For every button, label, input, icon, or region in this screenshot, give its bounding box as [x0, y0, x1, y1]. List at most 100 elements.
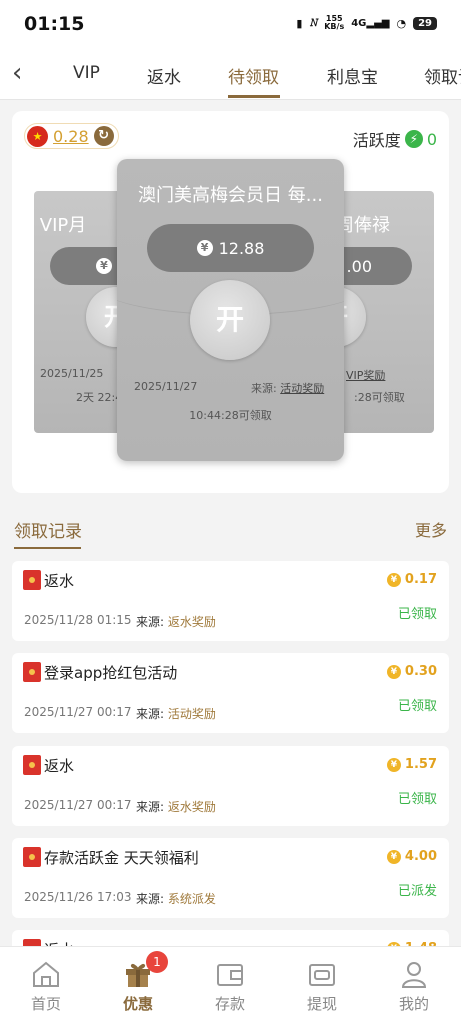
record-status: 已领取: [397, 699, 437, 714]
record-source: 来源: 活动奖励: [136, 705, 216, 722]
yen-icon: ¥: [96, 258, 112, 274]
nav-withdraw[interactable]: 提现: [292, 959, 352, 1014]
coin-icon: ¥: [386, 757, 401, 772]
record-item[interactable]: 返水 ¥0.17 2025/11/28 01:15 来源: 返水奖励 已领取: [12, 561, 449, 641]
nav-deposit[interactable]: 存款: [200, 959, 260, 1014]
amount-value: 4.00: [404, 849, 437, 864]
tab-rebate[interactable]: 返水: [147, 63, 181, 88]
record-source: 来源: 系统派发: [136, 890, 216, 907]
record-amount: ¥0.17: [386, 572, 437, 587]
open-button[interactable]: 开: [190, 280, 270, 360]
red-envelope-icon: [23, 847, 41, 867]
record-item[interactable]: 存款活跃金 天天领福利 ¥4.00 2025/11/26 17:03 来源: 系…: [12, 838, 449, 918]
wifi-icon: ◔: [396, 16, 407, 30]
amount-value: 1.57: [404, 757, 437, 772]
tab-interest[interactable]: 利息宝: [327, 63, 378, 88]
wallet-icon: [217, 964, 243, 986]
source-value: 系统派发: [167, 892, 216, 906]
nav-label: 提现: [306, 995, 337, 1013]
tab-vip[interactable]: VIP: [73, 63, 100, 83]
record-source: 来源: 返水奖励: [136, 798, 216, 815]
envelope-date: 2025/11/27: [134, 380, 198, 393]
yen-icon: ¥: [196, 240, 213, 256]
nav-home[interactable]: 首页: [16, 959, 76, 1014]
withdraw-icon: [309, 964, 335, 986]
nav-label: 存款: [214, 995, 245, 1013]
coin-icon: ¥: [386, 572, 401, 587]
back-arrow-icon[interactable]: ‹: [12, 58, 22, 88]
more-link[interactable]: 更多: [415, 517, 447, 541]
record-status: 已领取: [397, 607, 437, 622]
envelope-center[interactable]: 澳门美高梅会员日 每... ¥ 12.88 开 2025/11/27 来源: 活…: [117, 159, 344, 461]
source-label: 来源:: [136, 800, 165, 814]
source-label: 来源:: [136, 892, 165, 906]
record-date: 2025/11/26 17:03: [24, 890, 132, 904]
envelope-card: ★ 0.28 ↻ 活跃度 ⚡ 0 VIP月 ¥ 2 开 2025/11/25 2…: [12, 111, 449, 493]
record-amount: ¥4.00: [386, 849, 437, 864]
record-status: 已派发: [397, 884, 437, 899]
record-date: 2025/11/27 00:17: [24, 798, 132, 812]
source-value: 返水奖励: [167, 800, 216, 814]
signal-icon: 4G▂▄▆: [351, 17, 390, 29]
rate-value[interactable]: 0.28: [53, 127, 89, 146]
nfc-icon: 𝙽: [309, 16, 318, 29]
tab-active-indicator: [228, 95, 280, 98]
record-name: 登录app抢红包活动: [44, 664, 178, 682]
network-speed: 155 KB/s: [324, 15, 344, 31]
bolt-icon: ⚡: [404, 130, 423, 148]
coin-icon: ¥: [386, 664, 401, 679]
user-icon: [401, 962, 427, 988]
home-icon: [33, 961, 59, 987]
amount-value: 0.30: [404, 664, 437, 679]
envelope-source-link[interactable]: VIP奖励: [346, 369, 385, 382]
record-source: 来源: 返水奖励: [136, 613, 216, 630]
status-time: 01:15: [24, 13, 85, 35]
speed-unit: KB/s: [324, 22, 345, 31]
activity-value: 0: [426, 129, 437, 149]
amount-value: .00: [346, 256, 372, 276]
record-amount: ¥1.57: [386, 757, 437, 772]
envelope-source: VIP奖励: [346, 367, 385, 383]
tab-pending[interactable]: 待领取: [228, 63, 279, 88]
source-value: 活动奖励: [167, 707, 216, 721]
record-name: 存款活跃金 天天领福利: [44, 849, 199, 867]
source-label: 来源:: [136, 615, 165, 629]
record-name: 返水: [44, 757, 75, 775]
envelope-source: 来源: 活动奖励: [251, 380, 324, 396]
battery-icon: 29: [413, 16, 437, 30]
red-envelope-icon: [23, 570, 41, 590]
rate-pill[interactable]: ★ 0.28 ↻: [24, 123, 119, 149]
nav-promotions[interactable]: 1 优惠: [108, 951, 168, 1014]
envelope-countdown: :28可领取: [354, 391, 405, 404]
record-item[interactable]: 登录app抢红包活动 ¥0.30 2025/11/27 00:17 来源: 活动…: [12, 653, 449, 733]
record-item[interactable]: 返水 ¥1.57 2025/11/27 00:17 来源: 返水奖励 已领取: [12, 746, 449, 826]
china-flag-icon: ★: [27, 125, 48, 147]
red-envelope-icon: [23, 662, 41, 682]
envelope-source-link[interactable]: 活动奖励: [280, 382, 324, 395]
refresh-icon[interactable]: ↻: [93, 126, 114, 146]
nav-profile[interactable]: 我的: [384, 959, 444, 1014]
bottom-nav: 首页 1 优惠 存款 提现 我的: [0, 946, 461, 1024]
activity-indicator: 活跃度 ⚡ 0: [353, 127, 437, 151]
envelope-title: 澳门美高梅会员日 每...: [138, 185, 323, 206]
record-date: 2025/11/28 01:15: [24, 613, 132, 627]
nav-label: 优惠: [122, 995, 153, 1013]
nav-label: 首页: [30, 995, 61, 1013]
network-type: 4G: [351, 17, 367, 29]
amount-value: 0.17: [404, 572, 437, 587]
nav-badge: 1: [146, 951, 168, 973]
red-envelope-icon: [23, 755, 41, 775]
activity-label: 活跃度: [352, 131, 401, 150]
source-label: 来源:: [136, 707, 165, 721]
record-date: 2025/11/27 00:17: [24, 705, 132, 719]
envelope-title: 周俸禄: [336, 215, 390, 236]
status-icons: ▮ 𝙽 155 KB/s 4G▂▄▆ ◔ 29: [296, 15, 437, 31]
envelope-countdown: 10:44:28可领取: [189, 409, 272, 422]
status-bar: 01:15 ▮ 𝙽 155 KB/s 4G▂▄▆ ◔ 29: [0, 0, 461, 50]
record-amount: ¥0.30: [386, 664, 437, 679]
records-title: 领取记录: [14, 522, 82, 542]
tab-records[interactable]: 领取记: [424, 63, 461, 88]
coin-icon: ¥: [386, 849, 401, 864]
nav-label: 我的: [398, 995, 429, 1013]
tab-bar: ‹ VIP 返水 待领取 利息宝 领取记: [0, 50, 461, 100]
